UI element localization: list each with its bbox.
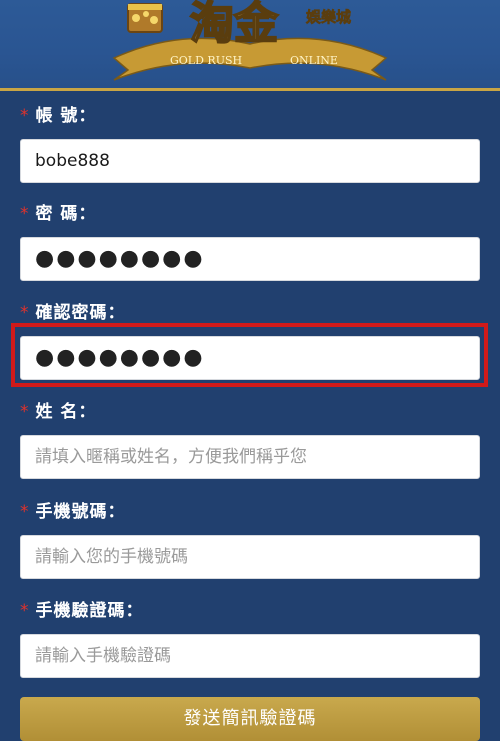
password-label: 密 碼： (35, 204, 97, 224)
send-sms-button[interactable]: 發送簡訊驗證碼 (20, 697, 480, 741)
logo-ribbon-left: GOLD RUSH (170, 54, 242, 67)
sms-code-input[interactable]: 請輸入手機驗證碼 (20, 634, 480, 678)
password-input[interactable]: ●●●●●●●● (20, 237, 480, 281)
confirm-password-label: 確認密碼： (35, 303, 126, 323)
logo-ribbon-right: ONLINE (290, 54, 338, 67)
required-mark: * (20, 601, 30, 621)
logo-main-text: 淘金 (190, 0, 279, 49)
logo-side-text: 娛樂城 (305, 8, 351, 26)
name-input[interactable]: 請填入暱稱或姓名，方便我們稱乎您 (20, 435, 480, 479)
highlight-box (11, 323, 488, 387)
required-mark: * (20, 204, 30, 224)
account-label: 帳 號： (35, 106, 97, 126)
required-mark: * (20, 303, 30, 323)
registration-form: * 帳 號： bobe888 * 密 碼： ●●●●●●●● * 確認密碼： ●●●●… (0, 91, 500, 741)
sms-code-label: 手機驗證碼： (35, 601, 144, 621)
mobile-input[interactable]: 請輸入您的手機號碼 (20, 535, 480, 579)
mobile-label: 手機號碼： (35, 502, 126, 522)
treasure-chest-icon (127, 3, 163, 33)
required-mark: * (20, 502, 30, 522)
required-mark: * (20, 106, 30, 126)
required-mark: * (20, 402, 30, 422)
account-input[interactable]: bobe888 (20, 139, 480, 183)
header: GOLD RUSH ONLINE 淘金 娛樂城 (0, 0, 500, 91)
name-label: 姓 名： (35, 402, 97, 422)
logo: GOLD RUSH ONLINE 淘金 娛樂城 (112, 0, 388, 81)
